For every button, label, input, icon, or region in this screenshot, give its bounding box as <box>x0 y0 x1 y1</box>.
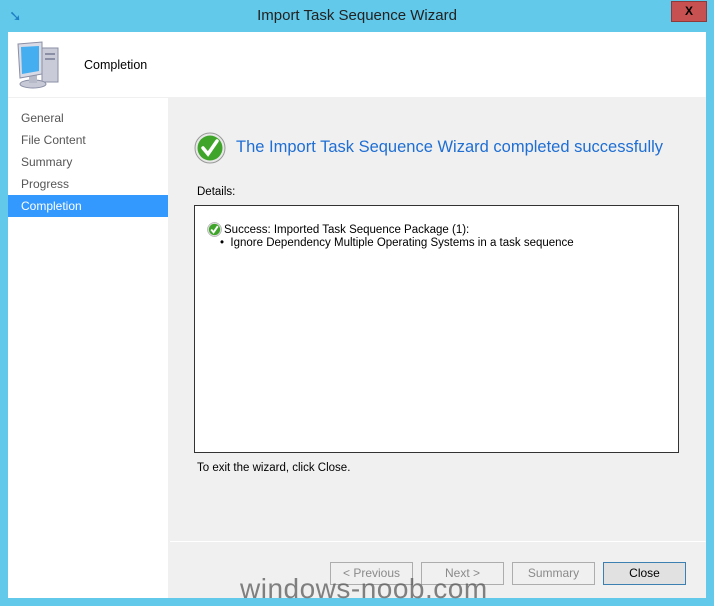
details-package-name: Ignore Dependency Multiple Operating Sys… <box>230 237 574 249</box>
wizard-client: Completion General File Content Summary … <box>8 32 706 598</box>
success-check-icon <box>194 132 226 164</box>
step-file-content[interactable]: File Content <box>8 129 168 151</box>
step-general[interactable]: General <box>8 107 168 129</box>
details-success-line: Success: Imported Task Sequence Package … <box>224 223 470 236</box>
main-panel: The Import Task Sequence Wizard complete… <box>170 98 706 598</box>
success-title: The Import Task Sequence Wizard complete… <box>236 138 664 156</box>
exit-hint: To exit the wizard, click Close. <box>197 462 351 474</box>
watermark: windows-noob.com <box>240 573 488 604</box>
step-progress[interactable]: Progress <box>8 173 168 195</box>
step-completion[interactable]: Completion <box>8 195 168 217</box>
summary-button[interactable]: Summary <box>512 562 595 585</box>
title-bar: ➘ Import Task Sequence Wizard X <box>0 0 714 32</box>
wizard-header: Completion <box>8 32 706 97</box>
step-summary[interactable]: Summary <box>8 151 168 173</box>
window-title: Import Task Sequence Wizard <box>257 7 457 24</box>
page-title: Completion <box>84 58 148 72</box>
computer-icon <box>17 41 59 89</box>
details-box[interactable]: Success: Imported Task Sequence Package … <box>194 205 679 453</box>
footer-divider <box>170 541 706 542</box>
small-check-icon <box>207 222 222 237</box>
window-close-button[interactable]: X <box>671 1 707 22</box>
details-label: Details: <box>197 186 236 198</box>
wizard-steps: General File Content Summary Progress Co… <box>8 98 168 598</box>
close-button[interactable]: Close <box>603 562 686 585</box>
bullet: • <box>220 237 225 249</box>
